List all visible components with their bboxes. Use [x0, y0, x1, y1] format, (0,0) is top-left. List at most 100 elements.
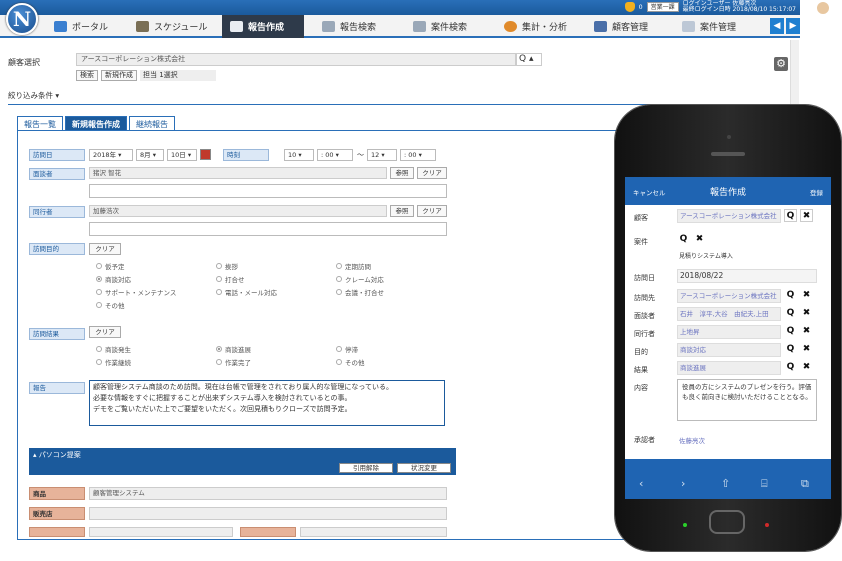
- from-minute-select[interactable]: : 00 ▾: [317, 149, 353, 161]
- tab-new-report[interactable]: 新規報告作成: [65, 116, 127, 130]
- share-icon[interactable]: ⇧: [721, 477, 730, 490]
- interviewer-field[interactable]: 猪沢 智花: [89, 167, 387, 179]
- nav-case-search[interactable]: 案件検索: [405, 15, 475, 38]
- tab-report-list[interactable]: 報告一覧: [17, 116, 63, 130]
- tab-continued-report[interactable]: 継続報告: [129, 116, 175, 130]
- bookmarks-icon[interactable]: ⌸: [761, 477, 768, 491]
- result-radio[interactable]: 商談発生: [96, 344, 131, 354]
- purpose-radio[interactable]: 電話・メール対応: [216, 287, 277, 297]
- close-icon[interactable]: ✖: [800, 289, 813, 302]
- top-right-area: 0 営業一課 ログインユーザー 佐藤亮次 最終ログイン日時 2018/08/10…: [624, 1, 796, 13]
- client-search-icon[interactable]: Q ▴: [516, 53, 542, 66]
- purpose-clear-button[interactable]: クリア: [89, 243, 121, 255]
- case-manage-icon: [682, 21, 695, 32]
- to-hour-select[interactable]: 12 ▾: [367, 149, 397, 161]
- cite-release-button[interactable]: 引用解除: [339, 463, 393, 473]
- calendar-icon[interactable]: [200, 149, 211, 160]
- purpose-radio[interactable]: クレーム対応: [336, 274, 384, 284]
- result-radio[interactable]: その他: [336, 357, 365, 367]
- result-radio[interactable]: 作業継続: [96, 357, 131, 367]
- companion-field[interactable]: 加藤浩次: [89, 205, 387, 217]
- mobile-purpose-field[interactable]: 商談対応: [677, 343, 781, 357]
- analytics-icon: [504, 21, 517, 32]
- nav-label: スケジュール: [154, 23, 208, 33]
- forward-icon[interactable]: ›: [681, 477, 685, 490]
- notification-icon[interactable]: [624, 2, 635, 12]
- nav-analytics[interactable]: 集計・分析: [496, 15, 575, 38]
- purpose-radio[interactable]: サポート・メンテナンス: [96, 287, 176, 297]
- pc-proposal-section[interactable]: ▴ パソコン提案 引用解除 状況変更: [29, 448, 456, 475]
- purpose-radio[interactable]: その他: [96, 300, 125, 310]
- purpose-radio[interactable]: 商談対応: [96, 274, 131, 284]
- day-select[interactable]: 10日 ▾: [167, 149, 197, 161]
- app-logo[interactable]: N: [6, 3, 38, 35]
- result-radio[interactable]: 作業完了: [216, 357, 251, 367]
- close-icon[interactable]: ✖: [800, 343, 813, 356]
- avatar[interactable]: [816, 1, 830, 15]
- search-icon[interactable]: Q: [784, 307, 797, 320]
- search-button[interactable]: 検索: [76, 70, 98, 81]
- companion-extra-input[interactable]: [89, 222, 447, 236]
- nav-schedule[interactable]: スケジュール: [128, 15, 215, 38]
- nav-report-create[interactable]: 報告作成: [222, 15, 304, 38]
- from-hour-select[interactable]: 10 ▾: [284, 149, 314, 161]
- result-radio[interactable]: 商談進展: [216, 344, 251, 354]
- month-select[interactable]: 8月 ▾: [136, 149, 164, 161]
- nav-report-search[interactable]: 報告検索: [314, 15, 384, 38]
- nav-customer[interactable]: 顧客管理: [586, 15, 656, 38]
- companion-clear-button[interactable]: クリア: [417, 205, 447, 217]
- result-clear-button[interactable]: クリア: [89, 326, 121, 338]
- interviewer-extra-input[interactable]: [89, 184, 447, 198]
- close-icon[interactable]: ✖: [800, 209, 813, 222]
- year-select[interactable]: 2018年 ▾: [89, 149, 133, 161]
- tabs-icon[interactable]: ⧉: [801, 477, 809, 491]
- interviewer-clear-button[interactable]: クリア: [417, 167, 447, 179]
- nav-case-manage[interactable]: 案件管理: [674, 15, 744, 38]
- mobile-client-field[interactable]: アースコーポレーション株式会社: [677, 209, 781, 223]
- result-radio[interactable]: 停滞: [336, 344, 358, 354]
- back-icon[interactable]: ‹: [639, 477, 643, 490]
- filter-toggle[interactable]: 絞り込み条件 ▾: [8, 90, 59, 101]
- report-textarea[interactable]: 顧客管理システム商談のため訪問。現在は台帳で管理をされており属人的な管理になって…: [89, 380, 445, 426]
- mobile-content-textarea[interactable]: 役員の方にシステムのプレゼンを行う。評価も良く前向きに検討いただけることとなる。: [677, 379, 817, 421]
- purpose-radio[interactable]: 定期訪問: [336, 261, 371, 271]
- nav-next-icon[interactable]: ▶: [786, 18, 800, 34]
- home-button[interactable]: [709, 510, 745, 534]
- search-icon[interactable]: Q: [784, 289, 797, 302]
- search-icon[interactable]: Q: [677, 233, 690, 246]
- product-field[interactable]: 顧客管理システム: [89, 487, 447, 500]
- purpose-radio[interactable]: 打合せ: [216, 274, 245, 284]
- purpose-radio[interactable]: 会議・打合せ: [336, 287, 384, 297]
- gear-icon[interactable]: ⚙: [774, 57, 788, 71]
- new-button[interactable]: 新規作成: [101, 70, 137, 81]
- status-change-button[interactable]: 状況変更: [397, 463, 451, 473]
- close-icon[interactable]: ✖: [800, 325, 813, 338]
- close-icon[interactable]: ✖: [693, 233, 706, 246]
- purpose-radio[interactable]: 挨拶: [216, 261, 238, 271]
- to-minute-select[interactable]: : 00 ▾: [400, 149, 436, 161]
- mobile-companion-field[interactable]: 上地昇: [677, 325, 781, 339]
- client-input[interactable]: アースコーポレーション株式会社: [76, 53, 516, 66]
- mobile-date-field[interactable]: 2018/08/22: [677, 269, 817, 283]
- extra-field[interactable]: [89, 527, 233, 537]
- department-select[interactable]: 営業一課: [646, 2, 679, 12]
- mobile-interviewer-field[interactable]: 石井 淳平,大谷 由紀夫,上田: [677, 307, 781, 321]
- mobile-result-field[interactable]: 商談進展: [677, 361, 781, 375]
- close-icon[interactable]: ✖: [800, 307, 813, 320]
- nav-portal[interactable]: ポータル: [46, 15, 116, 38]
- search-icon[interactable]: Q: [784, 209, 797, 222]
- dealer-field[interactable]: [89, 507, 447, 520]
- search-icon[interactable]: Q: [784, 343, 797, 356]
- extra-field-2[interactable]: [300, 527, 447, 537]
- companion-ref-button[interactable]: 参照: [390, 205, 414, 217]
- mobile-register-button[interactable]: 登録: [810, 187, 823, 197]
- close-icon[interactable]: ✖: [800, 361, 813, 374]
- mobile-label: 結果: [634, 366, 648, 374]
- interviewer-ref-button[interactable]: 参照: [390, 167, 414, 179]
- search-icon[interactable]: Q: [784, 325, 797, 338]
- mobile-visit-field[interactable]: アースコーポレーション株式会社: [677, 289, 781, 303]
- mobile-approver-value[interactable]: 佐藤亮次: [679, 435, 705, 445]
- nav-prev-icon[interactable]: ◀: [770, 18, 784, 34]
- search-icon[interactable]: Q: [784, 361, 797, 374]
- purpose-radio[interactable]: 仮予定: [96, 261, 125, 271]
